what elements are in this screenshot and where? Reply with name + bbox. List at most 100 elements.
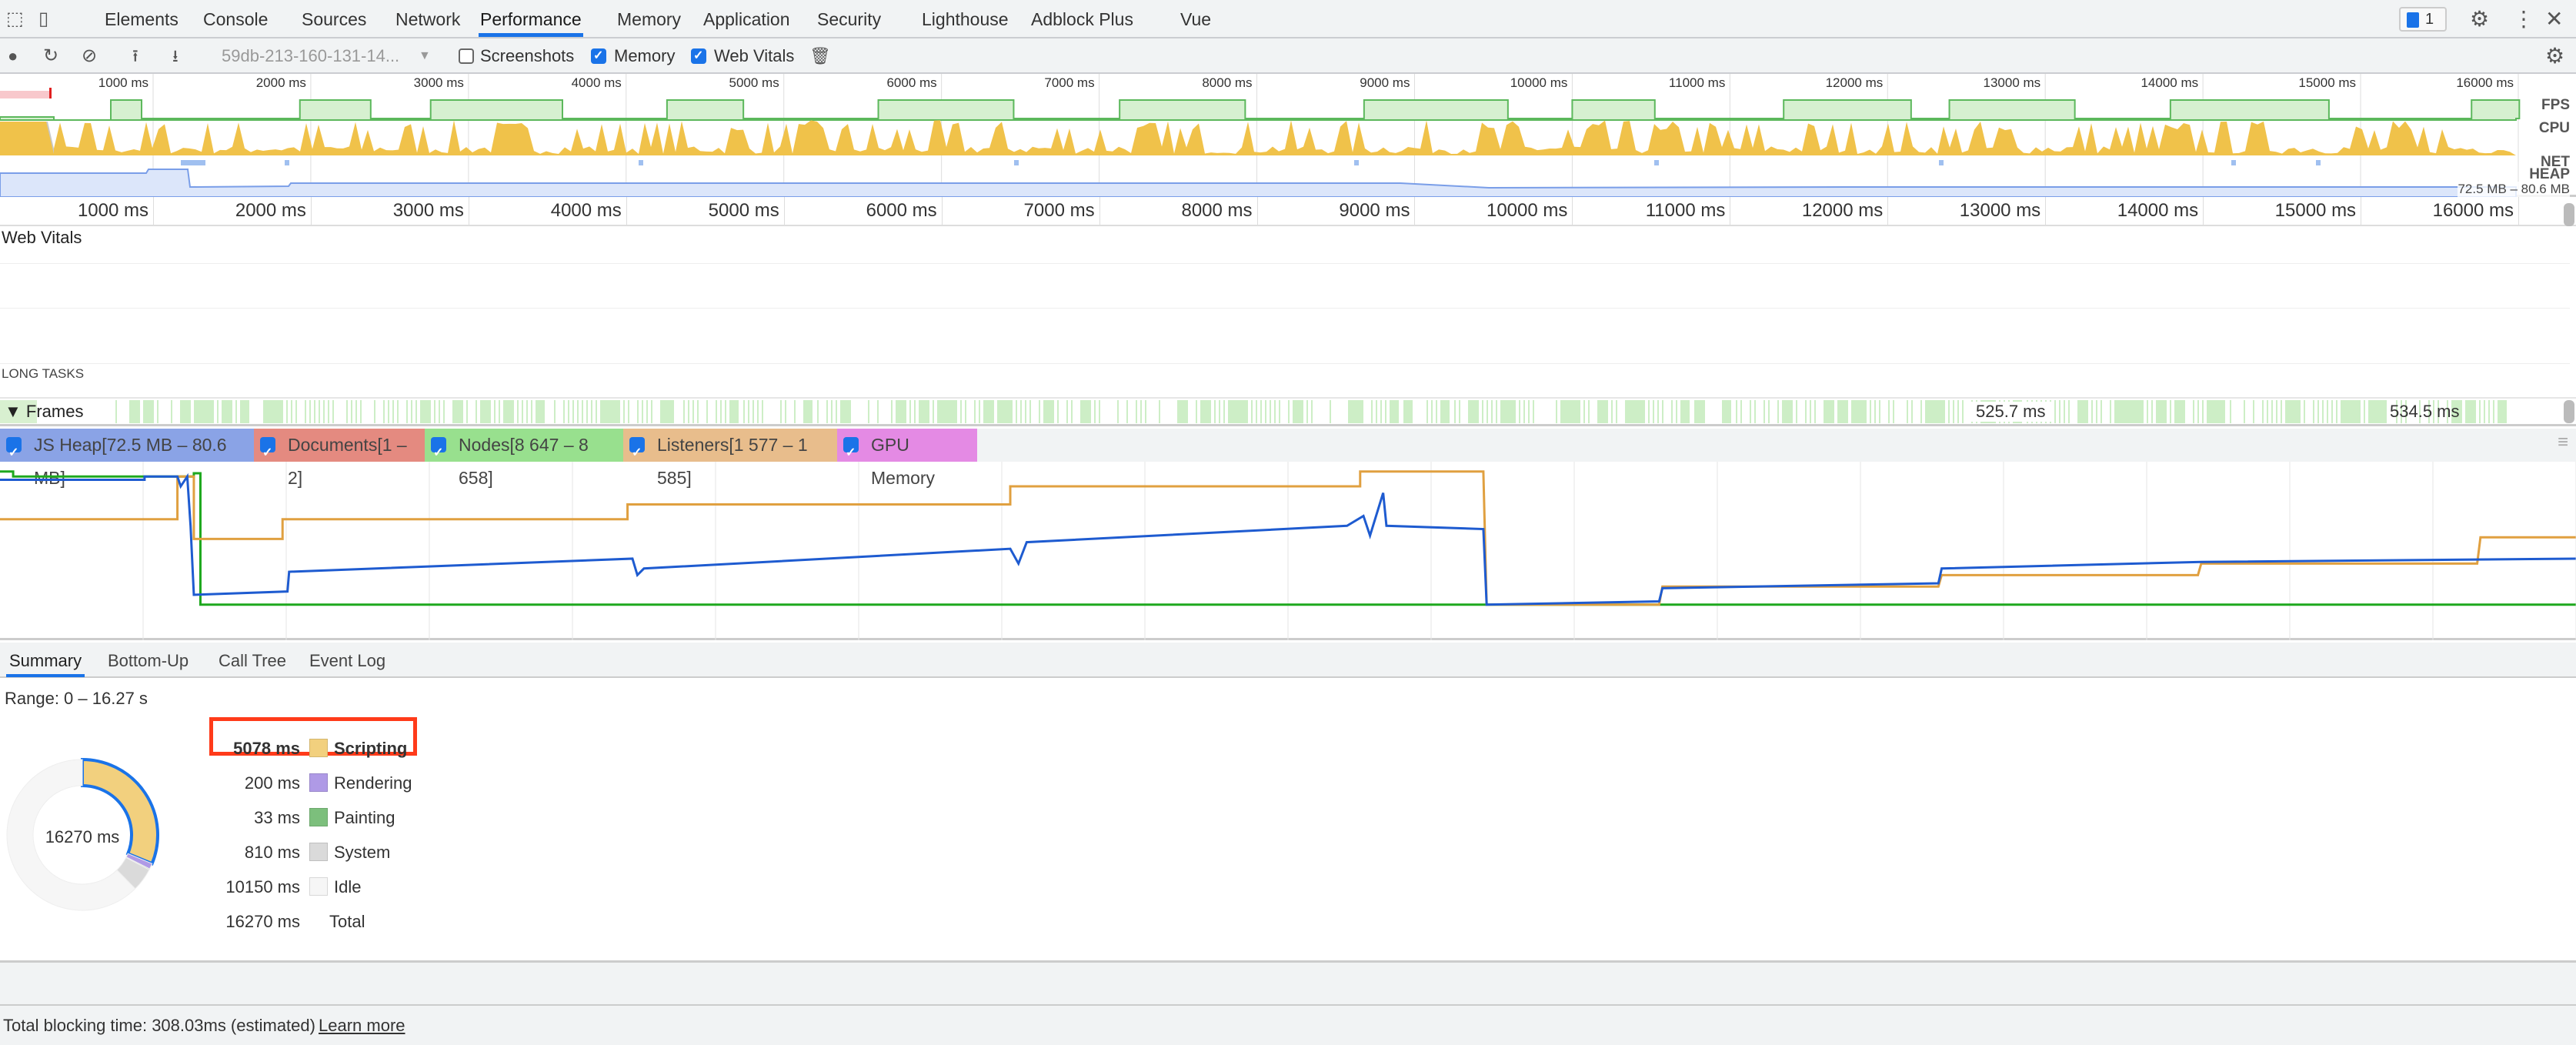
counter-toggle[interactable]: Documents[1 – 2] <box>254 429 425 488</box>
frame-bar <box>1376 400 1377 423</box>
timeline-scrollbar[interactable] <box>2564 400 2574 423</box>
reload-record-icon[interactable]: ↻ <box>43 38 58 74</box>
tab-application[interactable]: Application <box>702 0 792 37</box>
frame-bar <box>208 400 209 423</box>
counter-toggle[interactable]: JS Heap[72.5 MB – 80.6 MB] <box>0 429 254 488</box>
tab-elements[interactable]: Elements <box>103 0 180 37</box>
frame-bar <box>1426 400 1428 423</box>
frame-bar <box>614 400 616 423</box>
frame-bar <box>1653 400 1654 423</box>
download-profile-icon[interactable]: ⭳ <box>172 38 179 74</box>
tab-vue[interactable]: Vue <box>1179 0 1213 37</box>
frame-bar <box>960 400 962 423</box>
settings-gear-icon[interactable]: ⚙ <box>2470 0 2489 38</box>
tab-lighthouse[interactable]: Lighthouse <box>920 0 1010 37</box>
device-toolbar-icon[interactable]: ▯ <box>38 0 48 38</box>
frame-bar <box>508 400 509 423</box>
frame-bar <box>591 400 592 423</box>
frame-bar <box>1159 400 1160 423</box>
frame-bar <box>1671 400 1673 423</box>
trash-icon[interactable]: 🗑 <box>809 38 831 74</box>
frame-bar <box>1787 400 1788 423</box>
frame-bar <box>148 400 149 423</box>
frame-bar <box>475 400 477 423</box>
frame-bar <box>2096 400 2097 423</box>
dropdown-arrow-icon: ▼ <box>419 49 431 62</box>
counter-checkbox[interactable] <box>260 436 275 469</box>
frame-bar <box>157 400 158 423</box>
tab-memory[interactable]: Memory <box>616 0 682 37</box>
details-tab-call-tree[interactable]: Call Tree <box>215 644 289 677</box>
capture-settings-gear-icon[interactable]: ⚙ <box>2545 38 2564 74</box>
frame-bar <box>392 400 394 423</box>
counter-toggle[interactable]: GPU Memory <box>837 429 977 488</box>
frame-duration[interactable]: 525.7 ms <box>1970 402 2052 422</box>
frame-bar <box>388 400 389 423</box>
clear-icon[interactable]: ⊘ <box>82 38 97 74</box>
resize-handle-icon[interactable]: ≡ <box>2558 432 2568 453</box>
close-devtools-icon[interactable]: ✕ <box>2545 0 2563 38</box>
frame-bar <box>1607 400 1608 423</box>
frame-bar <box>1948 400 1950 423</box>
frame-duration[interactable]: 534.5 ms <box>2384 402 2466 422</box>
frame-bar <box>1136 400 1137 423</box>
frame-bar <box>720 400 722 423</box>
screenshots-checkbox[interactable] <box>459 48 474 64</box>
counter-checkbox[interactable] <box>843 436 859 469</box>
tab-sources[interactable]: Sources <box>300 0 368 37</box>
frame-bar <box>1094 400 1096 423</box>
category-color-swatch <box>309 773 328 792</box>
frame-bar <box>1911 400 1913 423</box>
frame-bar <box>1810 400 1811 423</box>
upload-profile-icon[interactable]: ⭱ <box>132 38 138 74</box>
frame-bar <box>1579 400 1580 423</box>
counter-toggle[interactable]: Nodes[8 647 – 8 658] <box>425 429 623 488</box>
timeline-scrollbar[interactable] <box>2564 203 2574 226</box>
frame-bar <box>605 400 606 423</box>
timeline-overview[interactable]: 1000 ms 2000 ms 3000 ms 4000 ms 5000 ms 6000 … <box>0 74 2576 197</box>
frame-bar <box>2271 400 2273 423</box>
tab-performance[interactable]: Performance <box>479 0 583 37</box>
tab-adblock-plus[interactable]: Adblock Plus <box>1029 0 1135 37</box>
frame-bar <box>1099 400 1100 423</box>
frame-bar <box>1847 400 1848 423</box>
category-label: Rendering <box>334 773 412 793</box>
frames-track[interactable]: ▼ Frames 525.7 ms 534.5 ms <box>0 397 2576 426</box>
details-tab-bottom-up[interactable]: Bottom-Up <box>105 644 192 677</box>
frame-bar <box>1210 400 1211 423</box>
details-tab-summary[interactable]: Summary <box>6 644 85 677</box>
tab-security[interactable]: Security <box>816 0 883 37</box>
tab-console[interactable]: Console <box>202 0 269 37</box>
record-icon[interactable]: ● <box>8 38 18 74</box>
counter-toggle[interactable]: Listeners[1 577 – 1 585] <box>623 429 837 488</box>
frame-bar <box>572 400 574 423</box>
frame-bar <box>1796 400 1797 423</box>
more-options-icon[interactable]: ⋮ <box>2513 0 2534 38</box>
memory-checkbox[interactable] <box>591 48 606 64</box>
frame-bar <box>1657 400 1659 423</box>
counter-checkbox[interactable] <box>629 436 645 469</box>
frame-bar <box>817 400 819 423</box>
learn-more-link[interactable]: Learn more <box>319 1016 405 1036</box>
frame-bar <box>1611 400 1613 423</box>
web-vitals-checkbox[interactable] <box>691 48 706 64</box>
counter-checkbox[interactable] <box>6 436 22 469</box>
frame-bar <box>2262 400 2264 423</box>
frame-bar <box>983 400 993 423</box>
frame-bar <box>1140 400 1142 423</box>
inspect-element-icon[interactable]: ⬚ <box>6 0 24 38</box>
frame-bar <box>2364 400 2365 423</box>
performance-toolbar: ● ↻ ⊘ ⭱ ⭳ 59db-213-160-131-14... ▼ Scree… <box>0 38 2576 74</box>
fps-track-label: FPS <box>2541 97 2570 113</box>
issues-button[interactable]: 1 <box>2399 7 2447 32</box>
frame-bar <box>586 400 588 423</box>
frame-bar <box>1934 400 1944 423</box>
frame-bar <box>688 400 689 423</box>
frame-bar <box>235 400 237 423</box>
frames-expand-toggle[interactable]: ▼ Frames <box>5 402 83 422</box>
profile-select[interactable]: 59db-213-160-131-14... ▼ <box>217 38 440 74</box>
counter-checkbox[interactable] <box>431 436 446 469</box>
tab-network[interactable]: Network <box>394 0 462 37</box>
details-tab-event-log[interactable]: Event Log <box>306 644 389 677</box>
frame-bar <box>185 400 186 423</box>
